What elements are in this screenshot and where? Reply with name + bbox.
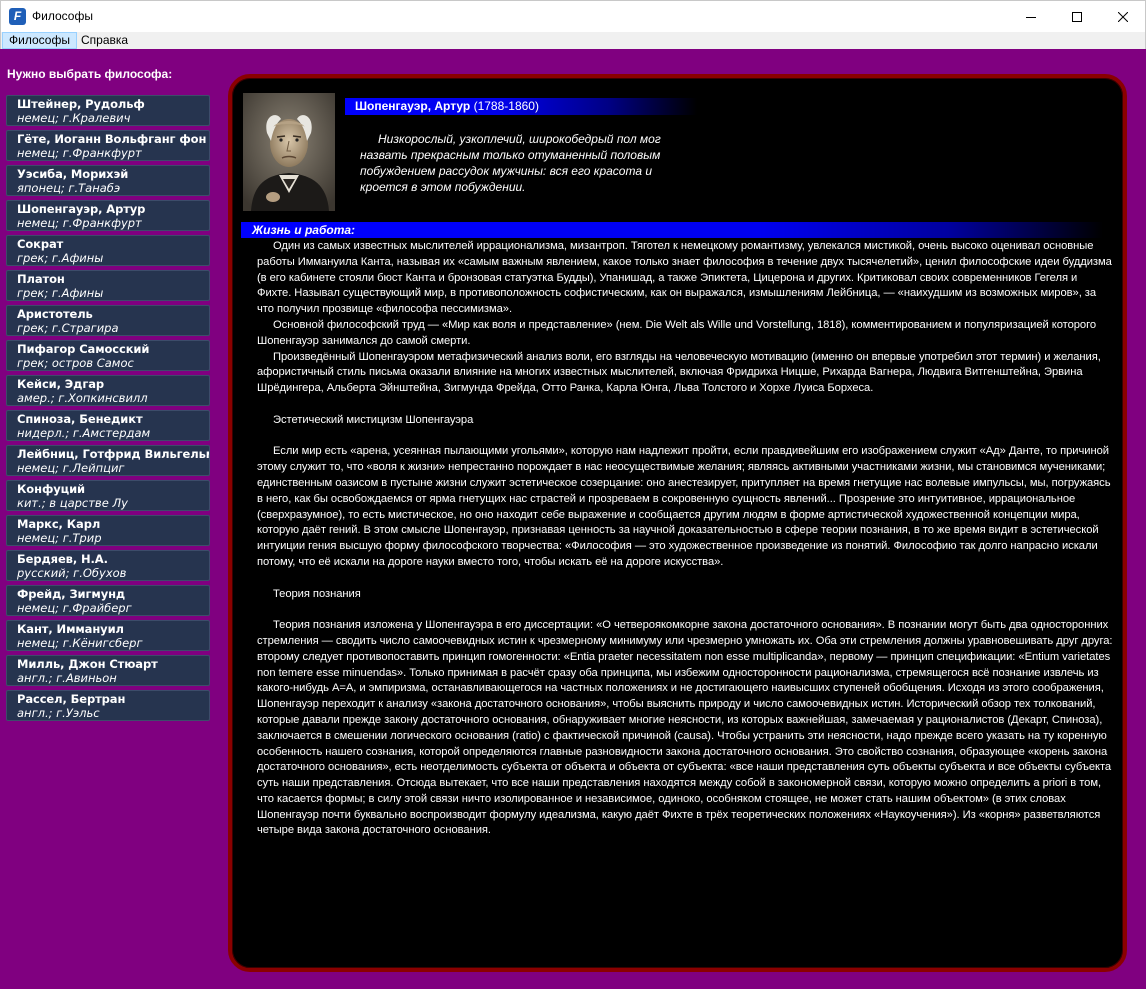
close-icon: [1118, 11, 1128, 22]
portrait-image: [243, 93, 335, 211]
philosopher-item-name: Платон: [17, 272, 65, 286]
philosopher-item[interactable]: Кант, Иммануил немец; г.Кёнигсберг: [6, 620, 210, 651]
philosopher-item-origin: грек; г.Страгира: [17, 321, 119, 335]
philosopher-item-origin: немец; г.Лейпциг: [17, 461, 125, 475]
philosopher-item-origin: англ.; г.Авиньон: [17, 671, 117, 685]
biography-paragraph: Основной философский труд — «Мир как вол…: [257, 318, 1097, 347]
paragraph-spacer: [257, 602, 1114, 618]
philosopher-item-origin: русский; г.Обухов: [17, 566, 127, 580]
philosopher-item[interactable]: Сократ грек; г.Афины: [6, 235, 210, 266]
biography-paragraph: Произведённый Шопенгауэром метафизически…: [257, 350, 1101, 395]
minimize-icon: [1026, 16, 1036, 18]
philosopher-item-name: Штейнер, Рудольф: [17, 97, 145, 111]
philosopher-item-name: Лейбниц, Готфрид Вильгельм: [17, 447, 210, 461]
philosopher-item-origin: японец; г.Танабэ: [17, 181, 121, 195]
philosopher-name: Шопенгауэр, Артур: [355, 99, 471, 113]
philosopher-item-name: Бердяев, Н.А.: [17, 552, 108, 566]
menu-philosophers[interactable]: Философы: [2, 32, 77, 49]
philosopher-item[interactable]: Лейбниц, Готфрид Вильгельм немец; г.Лейпц…: [6, 445, 210, 476]
philosopher-item[interactable]: Кейси, Эдгар амер.; г.Хопкинсвилл: [6, 375, 210, 406]
maximize-icon: [1072, 11, 1082, 22]
philosopher-item[interactable]: Рассел, Бертран англ.; г.Уэльс: [6, 690, 210, 721]
philosopher-item-name: Аристотель: [17, 307, 93, 321]
philosopher-item-name: Шопенгауэр, Артур: [17, 202, 146, 216]
paragraph-spacer: [257, 429, 1114, 445]
philosopher-item-name: Фрейд, Зигмунд: [17, 587, 126, 601]
sidebar-heading: Нужно выбрать философа:: [7, 67, 173, 81]
philosopher-item-name: Кейси, Эдгар: [17, 377, 105, 391]
philosopher-title-bar: Шопенгауэр, Артур (1788-1860): [345, 98, 697, 115]
philosopher-item-origin: нидерл.; г.Амстердам: [17, 426, 151, 440]
biography-text: Один из самых известных мыслителей иррац…: [257, 239, 1114, 839]
philosopher-item[interactable]: Конфуций кит.; в царстве Лу: [6, 480, 210, 511]
app-icon: F: [9, 8, 26, 25]
philosopher-item-origin: немец; г.Франкфурт: [17, 216, 142, 230]
philosopher-item-origin: немец; г.Кралевич: [17, 111, 131, 125]
biography-paragraph: Эстетический мистицизм Шопенгауэра: [273, 413, 474, 426]
philosopher-item[interactable]: Шопенгауэр, Артур немец; г.Франкфурт: [6, 200, 210, 231]
philosopher-item-name: Уэсиба, Морихэй: [17, 167, 129, 181]
menu-help[interactable]: Справка: [75, 32, 134, 49]
philosopher-item-name: Маркс, Карл: [17, 517, 101, 531]
philosopher-item-origin: амер.; г.Хопкинсвилл: [17, 391, 148, 405]
philosopher-item-name: Пифагор Самосский: [17, 342, 150, 356]
philosopher-item[interactable]: Пифагор Самосский грек; остров Самос: [6, 340, 210, 371]
philosopher-item-origin: англ.; г.Уэльс: [17, 706, 100, 720]
biography-paragraph: Теория познания изложена у Шопенгауэра в…: [257, 619, 1113, 837]
philosopher-item-name: Гёте, Иоганн Вольфганг фон: [17, 132, 207, 146]
philosopher-item-name: Сократ: [17, 237, 64, 251]
philosopher-item[interactable]: Платон грек; г.Афины: [6, 270, 210, 301]
biography-paragraph: Теория познания: [273, 587, 361, 600]
philosopher-item[interactable]: Аристотель грек; г.Страгира: [6, 305, 210, 336]
philosopher-item-origin: немец; г.Фрайберг: [17, 601, 132, 615]
philosopher-item-origin: грек; г.Афины: [17, 251, 104, 265]
philosopher-item-origin: немец; г.Франкфурт: [17, 146, 142, 160]
philosopher-item-origin: немец; г.Трир: [17, 531, 102, 545]
paragraph-spacer: [257, 571, 1114, 587]
biography-paragraph: Если мир есть «арена, усеянная пылающими…: [257, 445, 1111, 568]
philosopher-item-origin: грек; остров Самос: [17, 356, 134, 370]
philosopher-item[interactable]: Уэсиба, Морихэй японец; г.Танабэ: [6, 165, 210, 196]
philosopher-item-name: Милль, Джон Стюарт: [17, 657, 158, 671]
philosopher-item-name: Спиноза, Бенедикт: [17, 412, 143, 426]
maximize-button[interactable]: [1054, 1, 1100, 32]
minimize-button[interactable]: [1008, 1, 1054, 32]
life-work-heading: Жизнь и работа:: [241, 222, 1103, 238]
biography-paragraph: Один из самых известных мыслителей иррац…: [257, 240, 1112, 316]
philosopher-item-name: Рассел, Бертран: [17, 692, 126, 706]
close-button[interactable]: [1100, 1, 1146, 32]
philosopher-item[interactable]: Штейнер, Рудольф немец; г.Кралевич: [6, 95, 210, 126]
philosopher-item[interactable]: Спиноза, Бенедикт нидерл.; г.Амстердам: [6, 410, 210, 441]
philosopher-item[interactable]: Бердяев, Н.А. русский; г.Обухов: [6, 550, 210, 581]
philosopher-item[interactable]: Гёте, Иоганн Вольфганг фон немец; г.Франк…: [6, 130, 210, 161]
philosopher-item-origin: грек; г.Афины: [17, 286, 104, 300]
philosopher-item[interactable]: Фрейд, Зигмунд немец; г.Фрайберг: [6, 585, 210, 616]
philosopher-item-origin: кит.; в царстве Лу: [17, 496, 128, 510]
paragraph-spacer: [257, 397, 1114, 413]
window-title: Философы: [32, 9, 93, 23]
menu-bar: Философы Справка: [0, 32, 1146, 49]
philosopher-quote: Низкорослый, узкоплечий, широкобедрый по…: [360, 132, 661, 194]
title-bar: F Философы: [0, 0, 1146, 32]
philosopher-item-name: Кант, Иммануил: [17, 622, 124, 636]
philosopher-item-name: Конфуций: [17, 482, 85, 496]
philosopher-item[interactable]: Маркс, Карл немец; г.Трир: [6, 515, 210, 546]
philosopher-years: (1788-1860): [473, 99, 539, 113]
philosopher-item[interactable]: Милль, Джон Стюарт англ.; г.Авиньон: [6, 655, 210, 686]
philosopher-item-origin: немец; г.Кёнигсберг: [17, 636, 143, 650]
